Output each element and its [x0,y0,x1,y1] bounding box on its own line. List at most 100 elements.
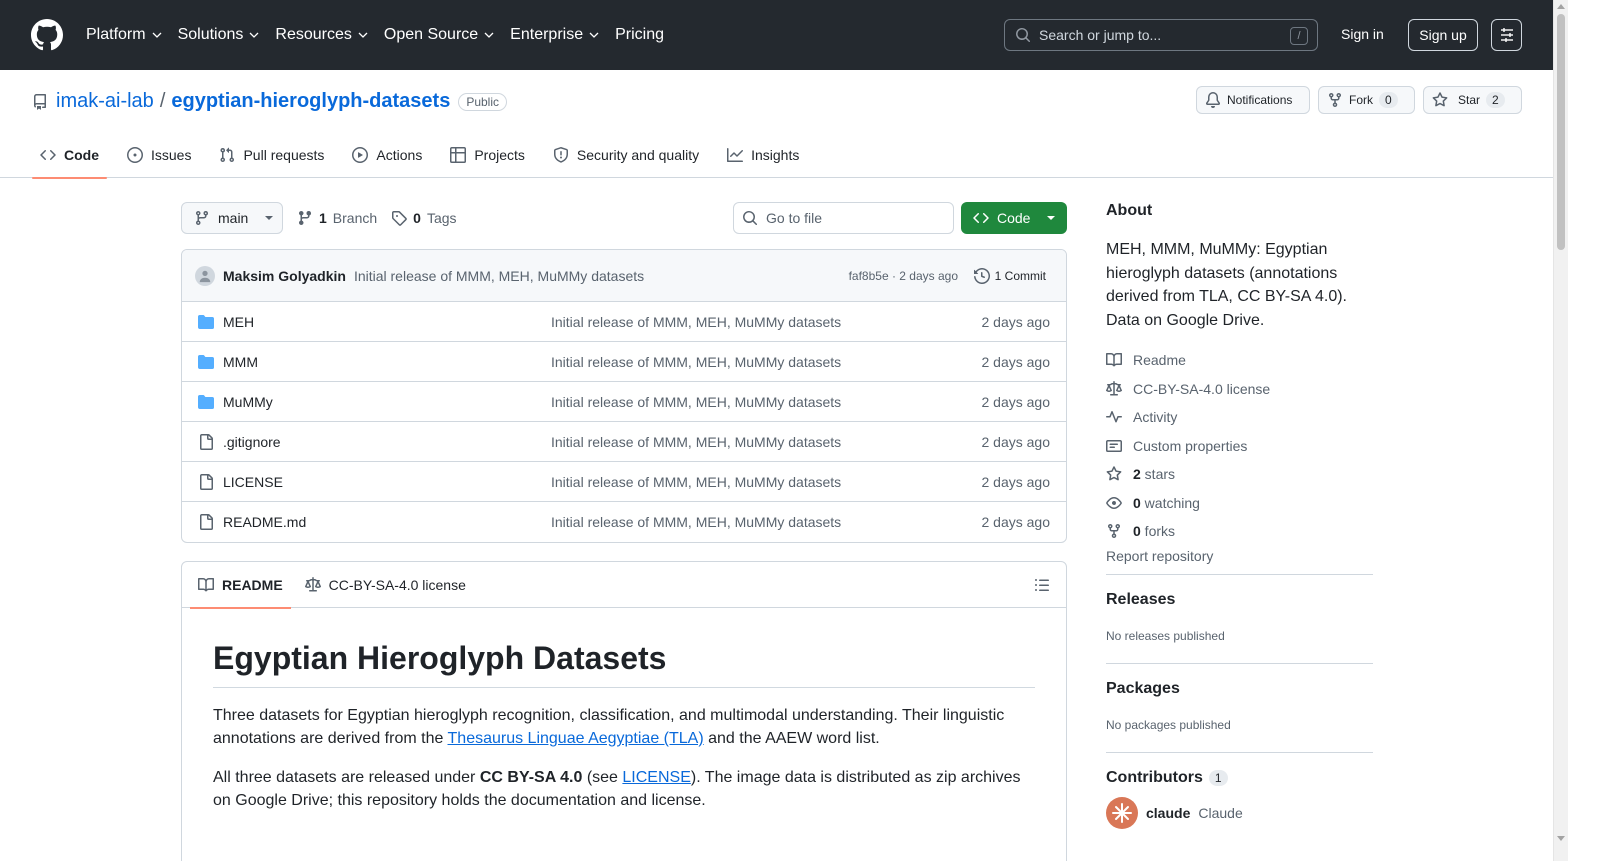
list-unordered-icon[interactable] [1034,577,1050,593]
tab-license-label: CC-BY-SA-4.0 license [328,576,466,593]
folder-icon [198,314,214,330]
sidebar-link-eye[interactable]: 0 watching [1106,489,1373,518]
chevron-down-icon [152,30,162,40]
fork-button[interactable]: Fork 0 [1318,86,1415,114]
github-logo-icon[interactable] [31,19,63,51]
releases-empty-text: No releases published [1106,628,1225,643]
file-name-link[interactable]: .gitignore [223,434,281,450]
repo-header: imak-ai-lab / egyptian-hieroglyph-datase… [0,70,1553,179]
tab-readme[interactable]: README [190,562,291,609]
contributors-heading[interactable]: Contributors 1 [1106,769,1373,787]
tab-label: Pull requests [243,147,325,163]
sidebar-link-label: stars [1140,466,1176,483]
global-search-input[interactable]: Search or jump to... / [1004,19,1318,51]
packages-heading[interactable]: Packages [1106,680,1373,698]
star-button[interactable]: Star 2 [1423,86,1522,114]
file-row[interactable]: README.md Initial release of MMM, MEH, Mu… [182,502,1066,542]
table-icon [450,147,467,163]
report-repository-link[interactable]: Report repository [1106,548,1373,574]
tab-issues[interactable]: Issues [119,132,199,178]
readme-p2-bold: CC BY-SA 4.0 [479,769,583,786]
tab-insights[interactable]: Insights [719,132,807,178]
file-commit-message-link[interactable]: Initial release of MMM, MEH, MuMMy datas… [551,354,841,370]
search-placeholder: Search or jump to... [1039,27,1162,43]
notifications-button[interactable]: Notifications [1196,86,1310,114]
sidebar-link-note[interactable]: Custom properties [1106,432,1373,461]
file-name-link[interactable]: LICENSE [223,474,283,490]
file-row[interactable]: LICENSE Initial release of MMM, MEH, MuMM… [182,462,1066,502]
chevron-down-icon [249,30,259,40]
code-button-label: Code [997,210,1031,226]
sidebar-link-count: 2 [1133,466,1141,483]
file-commit-date: 2 days ago [981,393,1051,410]
page-scrollbar[interactable] [1553,0,1568,861]
repo-owner-link[interactable]: imak-ai-lab [56,90,154,113]
contributor-item[interactable]: claude Claude [1106,796,1373,829]
releases-heading[interactable]: Releases [1106,591,1373,609]
tab-security-and-quality[interactable]: Security and quality [545,132,707,178]
file-commit-message-link[interactable]: Initial release of MMM, MEH, MuMMy datas… [551,314,841,330]
tab-label: Insights [751,147,800,163]
file-row[interactable]: MuMMy Initial release of MMM, MEH, MuMMy … [182,382,1066,422]
file-commit-message-link[interactable]: Initial release of MMM, MEH, MuMMy datas… [551,434,841,450]
nav-item-solutions[interactable]: Solutions [178,24,260,46]
tab-code[interactable]: Code [32,132,107,179]
sidebar-link-book[interactable]: Readme [1106,346,1373,375]
tags-link[interactable]: 0 Tags [391,210,457,226]
code-dropdown-button[interactable]: Code [961,202,1067,234]
branch-name: main [218,210,249,226]
sidebar-link-fork[interactable]: 0 forks [1106,517,1373,546]
tla-link[interactable]: Thesaurus Linguae Aegyptiae (TLA) [448,730,704,747]
sidebar-link-star[interactable]: 2 stars [1106,460,1373,489]
settings-menu-button[interactable] [1491,19,1522,51]
branch-select-button[interactable]: main [181,202,283,234]
file-name-link[interactable]: README.md [223,514,306,530]
repo-name-link[interactable]: egyptian-hieroglyph-datasets [171,90,450,113]
branches-link[interactable]: 1 Branch [297,210,377,226]
commit-count-label: 1 Commit [994,268,1046,283]
file-name-link[interactable]: MEH [223,314,254,330]
sidebar-link-label: forks [1140,523,1176,540]
file-row[interactable]: MEH Initial release of MMM, MEH, MuMMy da… [182,302,1066,342]
tab-projects[interactable]: Projects [442,132,533,178]
commit-author-link[interactable]: Maksim Golyadkin [223,268,346,284]
nav-item-enterprise[interactable]: Enterprise [510,24,599,46]
avatar[interactable] [195,265,215,286]
sidebar-link-pulse[interactable]: Activity [1106,403,1373,432]
sidebar-link-text: Custom properties [1133,438,1247,454]
nav-item-open-source[interactable]: Open Source [384,24,494,46]
nav-item-pricing[interactable]: Pricing [615,24,664,46]
star-label: Star [1458,93,1481,107]
tab-actions[interactable]: Actions [344,132,430,178]
file-row[interactable]: .gitignore Initial release of MMM, MEH, M… [182,422,1066,462]
commit-hash-time[interactable]: faf8b5e · 2 days ago [849,269,958,283]
folder-icon [198,394,214,410]
global-header: Platform Solutions Resources Open Source Ent… [0,0,1553,70]
note-icon [1106,438,1122,454]
tab-pull-requests[interactable]: Pull requests [211,132,332,178]
sign-in-link[interactable]: Sign in [1341,26,1384,42]
file-name-link[interactable]: MMM [223,354,258,370]
scroll-down-arrow-icon[interactable] [1557,836,1565,841]
file-name-link[interactable]: MuMMy [223,394,273,410]
file-commit-message-link[interactable]: Initial release of MMM, MEH, MuMMy datas… [551,514,841,530]
sidebar-link-law[interactable]: CC-BY-SA-4.0 license [1106,375,1373,404]
nav-item-resources[interactable]: Resources [275,24,368,46]
scrollbar-thumb[interactable] [1557,14,1565,250]
tag-count-label: Tags [426,210,457,226]
history-icon [973,267,990,284]
scroll-up-arrow-icon[interactable] [1557,4,1565,9]
notifications-label: Notifications [1227,93,1293,107]
branch-icon [297,210,313,226]
file-commit-message-link[interactable]: Initial release of MMM, MEH, MuMMy datas… [551,474,841,490]
bell-icon [1205,92,1221,108]
nav-item-platform[interactable]: Platform [86,24,162,46]
file-row[interactable]: MMM Initial release of MMM, MEH, MuMMy da… [182,342,1066,382]
commit-history-link[interactable]: 1 Commit [973,267,1046,284]
file-commit-message-link[interactable]: Initial release of MMM, MEH, MuMMy datas… [551,394,841,410]
tab-license[interactable]: CC-BY-SA-4.0 license [297,562,474,608]
sign-up-button[interactable]: Sign up [1408,19,1478,51]
go-to-file-input[interactable]: Go to file [733,202,954,234]
license-link[interactable]: LICENSE [622,769,690,786]
commit-message-link[interactable]: Initial release of MMM, MEH, MuMMy datas… [354,268,644,284]
